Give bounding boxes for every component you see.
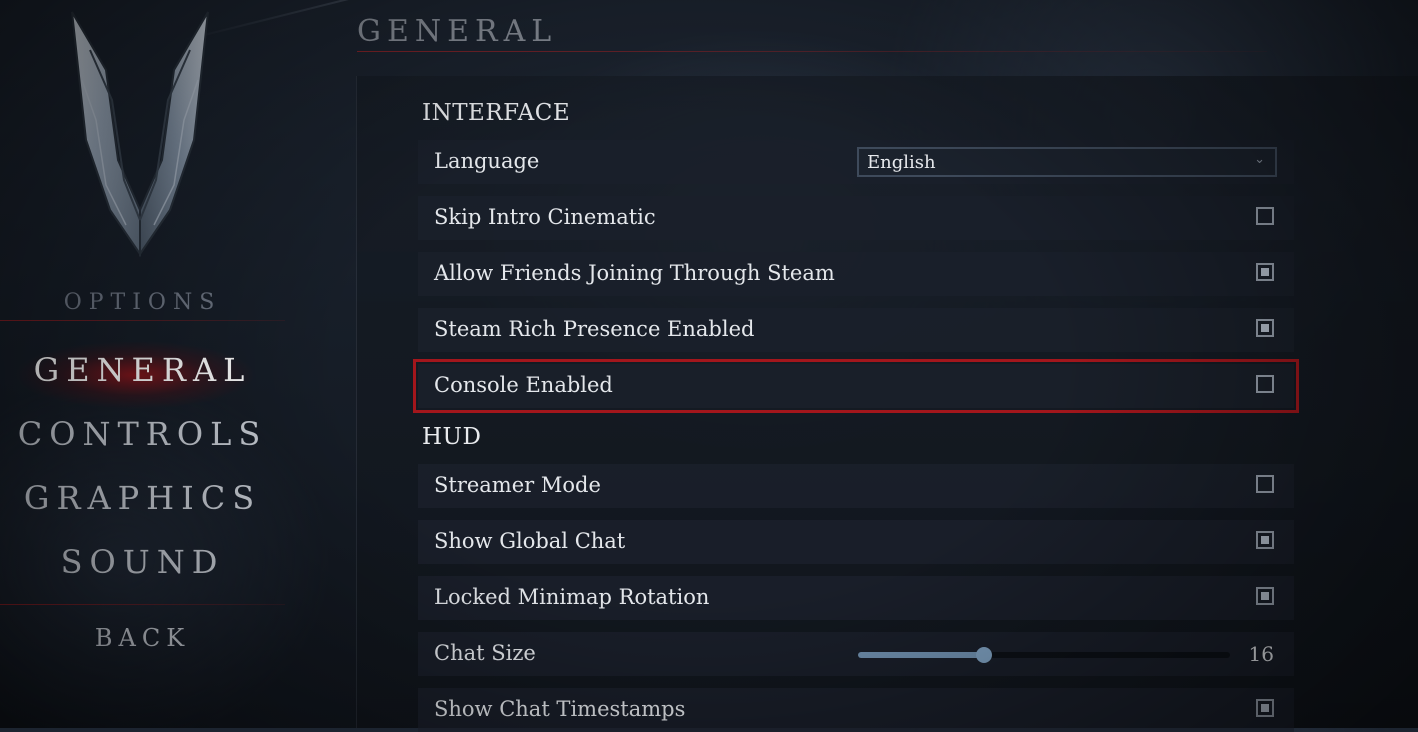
section-title-interface: INTERFACE xyxy=(422,100,571,126)
setting-row-skip-intro: Skip Intro Cinematic xyxy=(418,196,1294,240)
section-title-hud: HUD xyxy=(422,424,482,450)
skip-intro-checkbox[interactable] xyxy=(1256,207,1274,225)
setting-label: Skip Intro Cinematic xyxy=(434,205,656,229)
setting-label: Language xyxy=(434,149,540,173)
chevron-down-icon: ⌄ xyxy=(1254,152,1265,167)
console-checkbox[interactable] xyxy=(1256,375,1274,393)
setting-label: Steam Rich Presence Enabled xyxy=(434,317,755,341)
background-light-beam xyxy=(179,0,1054,42)
setting-row-streamer-mode: Streamer Mode xyxy=(418,464,1294,508)
setting-row-chat-timestamps: Show Chat Timestamps xyxy=(418,688,1294,732)
sidebar-divider xyxy=(0,320,285,321)
checkbox-fill xyxy=(1261,268,1269,276)
streamer-mode-checkbox[interactable] xyxy=(1256,475,1274,493)
setting-label: Allow Friends Joining Through Steam xyxy=(434,261,835,285)
checkbox-fill xyxy=(1261,536,1269,544)
setting-row-steam-presence: Steam Rich Presence Enabled xyxy=(418,308,1294,352)
setting-row-allow-friends: Allow Friends Joining Through Steam xyxy=(418,252,1294,296)
setting-label: Locked Minimap Rotation xyxy=(434,585,710,609)
setting-row-global-chat: Show Global Chat xyxy=(418,520,1294,564)
chat-size-slider[interactable] xyxy=(858,647,1230,663)
title-divider xyxy=(357,51,1267,52)
setting-label: Streamer Mode xyxy=(434,473,601,497)
nav-item-graphics[interactable]: GRAPHICS xyxy=(0,479,285,517)
setting-row-locked-minimap: Locked Minimap Rotation xyxy=(418,576,1294,620)
sidebar-divider xyxy=(0,604,285,605)
allow-friends-checkbox[interactable] xyxy=(1256,263,1274,281)
nav-item-controls[interactable]: CONTROLS xyxy=(0,415,285,453)
nav-item-sound[interactable]: SOUND xyxy=(0,543,285,581)
language-dropdown[interactable]: English ⌄ xyxy=(857,147,1277,177)
back-button[interactable]: BACK xyxy=(0,624,285,652)
setting-label: Chat Size xyxy=(434,641,536,665)
options-sidebar: OPTIONS GENERAL CONTROLS GRAPHICS SOUND … xyxy=(0,0,285,728)
page-title: GENERAL xyxy=(357,14,558,49)
global-chat-checkbox[interactable] xyxy=(1256,531,1274,549)
setting-label: Show Chat Timestamps xyxy=(434,697,686,721)
setting-row-chat-size: Chat Size 16 xyxy=(418,632,1294,676)
setting-label: Show Global Chat xyxy=(434,529,626,553)
game-logo-icon xyxy=(71,11,209,258)
slider-fill xyxy=(858,652,985,658)
chat-size-value: 16 xyxy=(1248,642,1274,666)
setting-row-language: Language English ⌄ xyxy=(418,140,1294,184)
dropdown-value: English xyxy=(867,152,936,173)
nav-item-general[interactable]: GENERAL xyxy=(0,351,285,389)
checkbox-fill xyxy=(1261,704,1269,712)
options-heading: OPTIONS xyxy=(63,290,222,315)
setting-row-console: Console Enabled xyxy=(413,359,1299,413)
setting-label: Console Enabled xyxy=(434,373,613,397)
checkbox-fill xyxy=(1261,592,1269,600)
checkbox-fill xyxy=(1261,324,1269,332)
steam-presence-checkbox[interactable] xyxy=(1256,319,1274,337)
locked-minimap-checkbox[interactable] xyxy=(1256,587,1274,605)
chat-timestamps-checkbox[interactable] xyxy=(1256,699,1274,717)
slider-thumb[interactable] xyxy=(976,647,993,663)
